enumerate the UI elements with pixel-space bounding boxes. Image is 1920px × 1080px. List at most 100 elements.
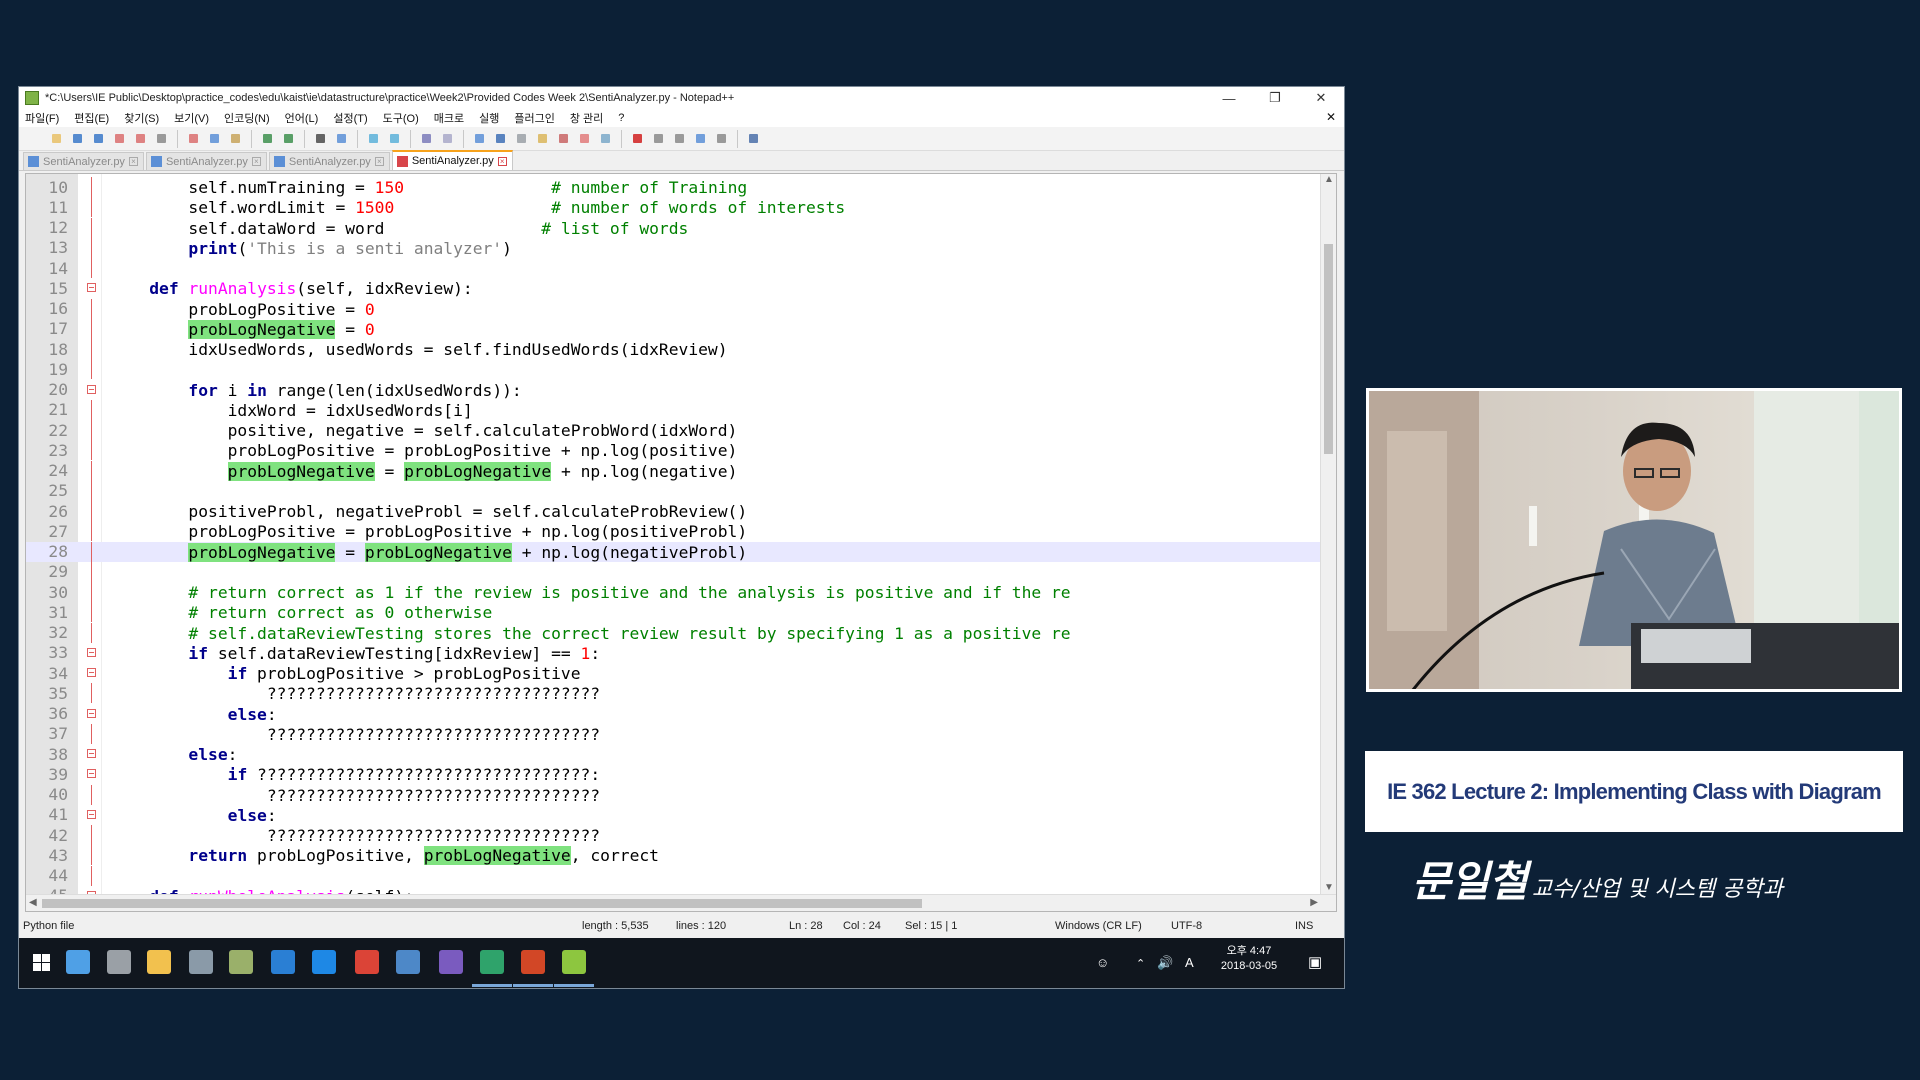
toolbar-button-icon[interactable]: [418, 130, 435, 147]
code-line[interactable]: 30 # return correct as 1 if the review i…: [26, 582, 1322, 602]
visual-studio-icon[interactable]: [439, 950, 463, 974]
toolbar-button-icon[interactable]: [713, 130, 730, 147]
close-tab-icon[interactable]: ×: [497, 156, 507, 166]
code-line[interactable]: 41 else:: [26, 805, 1322, 825]
code-line[interactable]: 35 ??????????????????????????????????: [26, 683, 1322, 704]
code-line[interactable]: 18 idxUsedWords, usedWords = self.findUs…: [26, 339, 1322, 359]
vertical-scrollbar[interactable]: ▲ ▼: [1320, 174, 1336, 895]
toolbar-button-icon[interactable]: [153, 130, 170, 147]
fold-toggle-icon[interactable]: [87, 283, 96, 293]
toolbar-button-icon[interactable]: [576, 130, 593, 147]
scroll-up-icon[interactable]: ▲: [1324, 174, 1334, 185]
code-line[interactable]: 38 else:: [26, 744, 1322, 765]
ime-indicator[interactable]: A: [1185, 955, 1194, 970]
code-line[interactable]: 16 probLogPositive = 0: [26, 298, 1322, 319]
toolbar-button-icon[interactable]: [534, 130, 551, 147]
menu-item[interactable]: 언어(L): [285, 110, 319, 126]
code-line[interactable]: 21 idxWord = idxUsedWords[i]: [26, 399, 1322, 420]
file-tab[interactable]: SentiAnalyzer.py ×: [391, 150, 513, 170]
file-tab[interactable]: SentiAnalyzer.py ×: [23, 152, 144, 170]
fold-toggle-icon[interactable]: [87, 749, 96, 758]
code-line[interactable]: 13 print('This is a senti analyzer'): [26, 237, 1322, 258]
powerpoint-icon[interactable]: [521, 950, 545, 974]
menu-item[interactable]: 도구(O): [383, 110, 419, 126]
code-line[interactable]: 23 probLogPositive = probLogPositive + n…: [26, 440, 1322, 461]
toolbar-button-icon[interactable]: [555, 130, 572, 147]
toolbar-button-icon[interactable]: [333, 130, 350, 147]
code-line[interactable]: 10 self.numTraining = 150 # number of Tr…: [26, 177, 1322, 197]
code-line[interactable]: 44: [26, 865, 1322, 886]
code-line[interactable]: 39 if ??????????????????????????????????…: [26, 764, 1322, 785]
clock[interactable]: 오후 4:47 2018-03-05: [1211, 944, 1287, 974]
toolbar-button-icon[interactable]: [206, 130, 223, 147]
file-tab[interactable]: SentiAnalyzer.py ×: [145, 152, 267, 170]
code-line[interactable]: 40 ??????????????????????????????????: [26, 784, 1322, 805]
toolbar-button-icon[interactable]: [227, 130, 244, 147]
code-line[interactable]: 27 probLogPositive = probLogPositive + n…: [26, 521, 1322, 542]
minimize-button[interactable]: —: [1206, 87, 1252, 109]
toolbar-button-icon[interactable]: [671, 130, 688, 147]
toolbar-button-icon[interactable]: [692, 130, 709, 147]
code-line[interactable]: 15 def runAnalysis(self, idxReview):: [26, 278, 1322, 299]
toolbar-button-icon[interactable]: [111, 130, 128, 147]
horizontal-scroll-thumb[interactable]: [42, 899, 922, 908]
search-icon[interactable]: [66, 950, 90, 974]
code-line[interactable]: 22 positive, negative = self.calculatePr…: [26, 420, 1322, 440]
code-line[interactable]: 28 probLogNegative = probLogNegative + n…: [26, 541, 1322, 562]
notifications-icon[interactable]: ▣: [1308, 953, 1322, 971]
toolbar-button-icon[interactable]: [132, 130, 149, 147]
toolbar-button-icon[interactable]: [69, 130, 86, 147]
code-editor[interactable]: 10 self.numTraining = 150 # number of Tr…: [25, 173, 1337, 912]
fold-toggle-icon[interactable]: [87, 708, 96, 718]
fold-toggle-icon[interactable]: [87, 809, 96, 819]
toolbar-button-icon[interactable]: [90, 130, 107, 147]
toolbar-button-icon[interactable]: [48, 130, 65, 147]
toolbar-button-icon[interactable]: [439, 130, 456, 147]
app-icon[interactable]: [229, 950, 253, 974]
code-line[interactable]: 34 if probLogPositive > probLogPositive: [26, 663, 1322, 684]
internet-explorer-icon[interactable]: [271, 950, 295, 974]
code-line[interactable]: 37 ??????????????????????????????????: [26, 723, 1322, 744]
menu-item[interactable]: 창 관리: [570, 110, 603, 126]
close-tab-icon[interactable]: ×: [128, 157, 138, 166]
menu-item[interactable]: 인코딩(N): [224, 110, 270, 126]
close-tab-icon[interactable]: ×: [374, 157, 384, 166]
code-line[interactable]: 26 positiveProbl, negativeProbl = self.c…: [26, 501, 1322, 521]
toolbar-button-icon[interactable]: [386, 130, 403, 147]
toolbar-button-icon[interactable]: [471, 130, 488, 147]
toolbar-button-icon[interactable]: [312, 130, 329, 147]
menu-item[interactable]: 편집(E): [74, 110, 109, 126]
toolbar-button-icon[interactable]: [280, 130, 297, 147]
code-area[interactable]: 10 self.numTraining = 150 # number of Tr…: [26, 174, 1322, 911]
chevron-up-icon[interactable]: ⌃: [1136, 957, 1145, 970]
fold-toggle-icon[interactable]: [87, 647, 96, 657]
close-document-icon[interactable]: ✕: [1326, 110, 1336, 124]
code-line[interactable]: 20 for i in range(len(idxUsedWords)):: [26, 380, 1322, 400]
code-line[interactable]: 25: [26, 480, 1322, 501]
toolbar-button-icon[interactable]: [365, 130, 382, 147]
close-tab-icon[interactable]: ×: [251, 157, 261, 166]
toolbar-button-icon[interactable]: [650, 130, 667, 147]
code-line[interactable]: 17 probLogNegative = 0: [26, 318, 1322, 339]
menu-item[interactable]: 매크로: [434, 110, 464, 126]
start-button[interactable]: [33, 954, 50, 971]
code-line[interactable]: 43 return probLogPositive, probLogNegati…: [26, 845, 1322, 866]
volume-icon[interactable]: 🔊: [1157, 955, 1173, 971]
code-line[interactable]: 11 self.wordLimit = 1500 # number of wor…: [26, 197, 1322, 218]
code-line[interactable]: 32 # self.dataReviewTesting stores the c…: [26, 622, 1322, 643]
restore-button[interactable]: ❐: [1252, 87, 1298, 109]
code-line[interactable]: 29: [26, 561, 1322, 582]
close-button[interactable]: ✕: [1298, 87, 1344, 109]
toolbar-button-icon[interactable]: [259, 130, 276, 147]
mail-icon[interactable]: [396, 950, 420, 974]
task-view-icon[interactable]: [107, 950, 131, 974]
menu-item[interactable]: 파일(F): [25, 110, 59, 126]
scroll-down-icon[interactable]: ▼: [1324, 882, 1334, 893]
menu-item[interactable]: ?: [618, 112, 624, 124]
app-icon[interactable]: [189, 950, 213, 974]
code-line[interactable]: 19: [26, 359, 1322, 380]
scroll-right-icon[interactable]: ▶: [1310, 897, 1318, 908]
file-tab[interactable]: SentiAnalyzer.py ×: [268, 152, 390, 170]
menu-item[interactable]: 플러그인: [514, 110, 554, 126]
people-icon[interactable]: ☺: [1096, 955, 1109, 970]
